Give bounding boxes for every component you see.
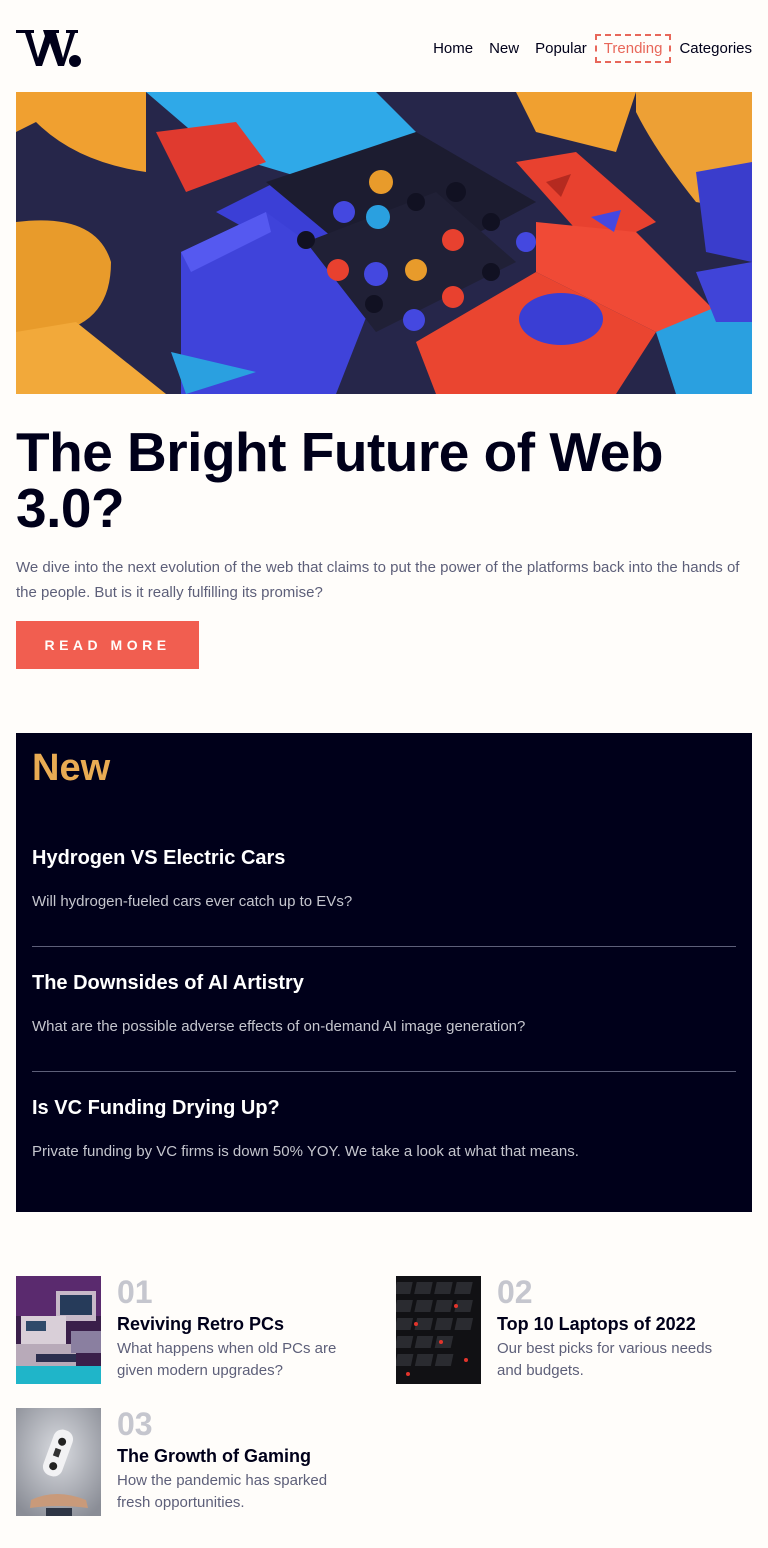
nav-categories[interactable]: Categories bbox=[671, 34, 752, 63]
new-item: Is VC Funding Drying Up? Private funding… bbox=[32, 1095, 736, 1163]
read-more-button[interactable]: READ MORE bbox=[16, 621, 199, 669]
new-item-title[interactable]: Hydrogen VS Electric Cars bbox=[32, 845, 736, 871]
new-item-description: What are the possible adverse effects of… bbox=[32, 1018, 526, 1035]
main-nav: Home New Popular Trending Categories bbox=[425, 34, 752, 63]
featured-card: 03 The Growth of Gaming How the pandemic… bbox=[16, 1406, 366, 1516]
nav-new[interactable]: New bbox=[481, 34, 527, 63]
card-description: What happens when old PCs are given mode… bbox=[117, 1340, 337, 1379]
new-item-title[interactable]: The Downsides of AI Artistry bbox=[32, 970, 736, 996]
divider bbox=[32, 946, 736, 947]
logo[interactable] bbox=[16, 26, 82, 70]
nav-popular[interactable]: Popular bbox=[527, 34, 595, 63]
divider bbox=[32, 1071, 736, 1072]
site-header: Home New Popular Trending Categories bbox=[16, 26, 752, 70]
card-description: Our best picks for various needs and bud… bbox=[497, 1340, 713, 1379]
nav-home[interactable]: Home bbox=[425, 34, 481, 63]
card-description: How the pandemic has sparked fresh oppor… bbox=[117, 1472, 328, 1511]
new-item-title[interactable]: Is VC Funding Drying Up? bbox=[32, 1095, 736, 1121]
featured-card: 01 Reviving Retro PCs What happens when … bbox=[16, 1274, 366, 1384]
new-item: Hydrogen VS Electric Cars Will hydrogen-… bbox=[32, 845, 736, 913]
hero-title: The Bright Future of Web 3.0? bbox=[16, 421, 663, 539]
card-number: 01 bbox=[117, 1274, 153, 1310]
laptop-keyboard-thumbnail[interactable] bbox=[396, 1276, 481, 1384]
new-articles-panel: New Hydrogen VS Electric Cars Will hydro… bbox=[16, 733, 752, 1212]
nav-trending[interactable]: Trending bbox=[594, 34, 672, 63]
retro-pc-thumbnail[interactable] bbox=[16, 1276, 101, 1384]
new-item: The Downsides of AI Artistry What are th… bbox=[32, 970, 736, 1038]
new-item-description: Will hydrogen-fueled cars ever catch up … bbox=[32, 893, 353, 910]
card-number: 03 bbox=[117, 1406, 153, 1442]
new-item-description: Private funding by VC firms is down 50% … bbox=[32, 1143, 579, 1160]
card-title[interactable]: The Growth of Gaming bbox=[117, 1444, 311, 1468]
gaming-controller-thumbnail[interactable] bbox=[16, 1408, 101, 1516]
card-title[interactable]: Reviving Retro PCs bbox=[117, 1312, 284, 1336]
card-title[interactable]: Top 10 Laptops of 2022 bbox=[497, 1312, 696, 1336]
new-heading: New bbox=[32, 747, 111, 789]
hero-image bbox=[16, 92, 752, 394]
card-number: 02 bbox=[497, 1274, 533, 1310]
hero-description: We dive into the next evolution of the w… bbox=[16, 559, 740, 601]
featured-card: 02 Top 10 Laptops of 2022 Our best picks… bbox=[396, 1274, 746, 1384]
logo-icon bbox=[16, 30, 81, 67]
